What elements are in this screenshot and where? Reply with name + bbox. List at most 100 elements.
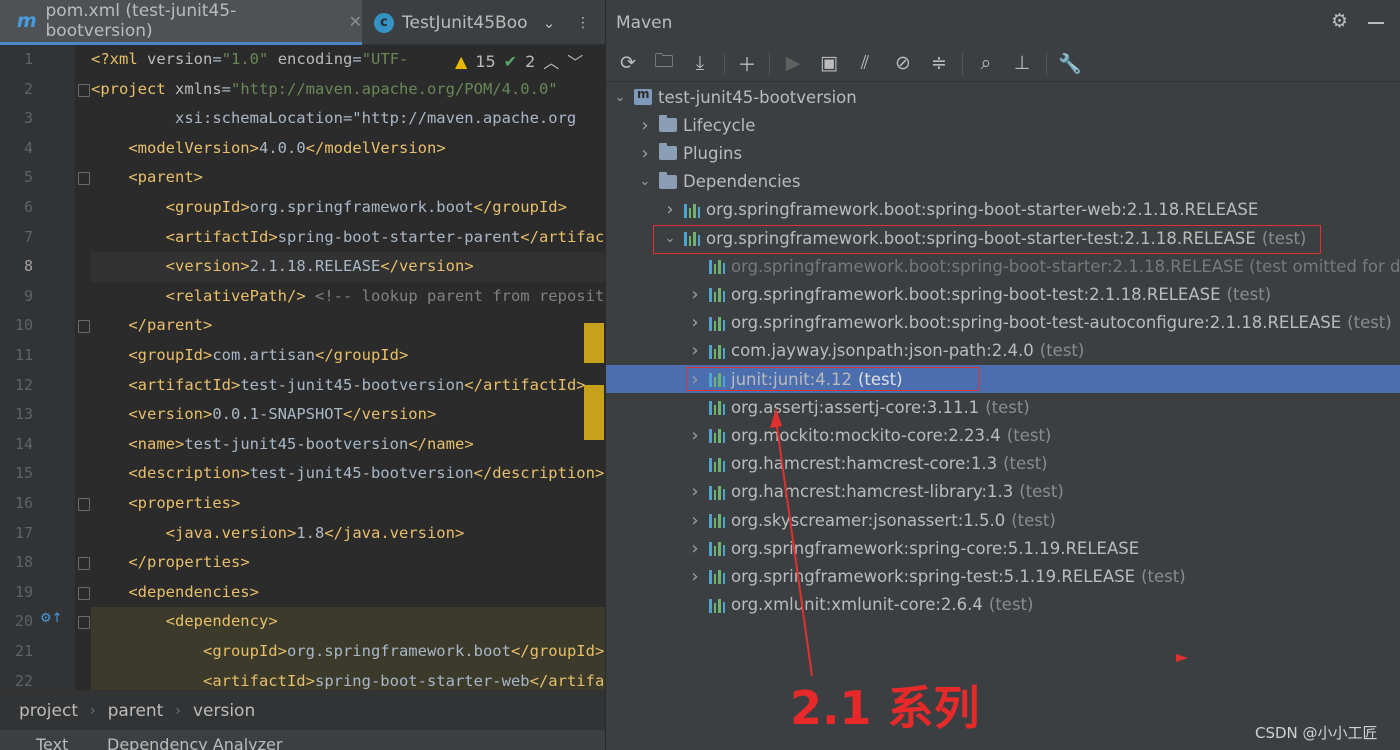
tree-node[interactable]: ›org.hamcrest:hamcrest-core:1.3(test) — [606, 450, 1400, 478]
tree-node[interactable]: › org.springframework.boot:spring-boot-te… — [606, 280, 1400, 308]
chevron-right-icon[interactable]: › — [662, 199, 678, 220]
inspection-widget[interactable]: ▲ 15 ✔ 2 ︿ ﹀ — [447, 46, 592, 76]
toggle-offline-icon[interactable]: ⫽ — [851, 50, 879, 76]
code-line[interactable]: <dependency> — [91, 607, 605, 637]
breadcrumb-separator: › — [175, 702, 181, 719]
code-line[interactable]: <version>0.0.1-SNAPSHOT</version> — [91, 400, 605, 430]
code-line[interactable]: <description>test-junit45-bootversion</d… — [91, 459, 605, 489]
chevron-right-icon[interactable]: › — [637, 143, 653, 164]
add-folder-icon[interactable]: 🗀 — [650, 50, 678, 76]
chevron-right-icon[interactable]: › — [637, 115, 653, 136]
code-line[interactable]: <modelVersion>4.0.0</modelVersion> — [91, 134, 605, 164]
chevron-right-icon[interactable]: › — [687, 340, 703, 361]
show-dependencies-icon[interactable]: ⊥ — [1008, 50, 1036, 76]
check-icon: ✔ — [503, 51, 518, 71]
code-line[interactable]: xsi:schemaLocation="http://maven.apache.… — [91, 104, 605, 134]
tree-node[interactable]: ›org.springframework.boot:spring-boot-st… — [606, 196, 1400, 224]
chevron-right-icon[interactable]: › — [687, 510, 703, 531]
tree-node[interactable]: › org.springframework:spring-test:5.1.19.… — [606, 562, 1400, 590]
chevron-down-icon[interactable]: ⌄ — [612, 90, 628, 105]
tree-node[interactable]: ⌄ test-junit45-bootversion — [606, 83, 1400, 111]
line-number: 10 — [14, 316, 33, 335]
tab-pom-xml[interactable]: m pom.xml (test-junit45-bootversion) ✕ — [0, 0, 362, 45]
tree-node[interactable]: ›org.assertj:assertj-core:3.11.1(test) — [606, 393, 1400, 421]
dependency-icon — [709, 568, 725, 585]
chevron-right-icon[interactable]: › — [687, 538, 703, 559]
fold-marker-icon[interactable] — [78, 586, 90, 600]
next-highlight-icon[interactable]: ﹀ — [567, 49, 583, 73]
maven-projects-tree[interactable]: ⌄test-junit45-bootversion›Lifecycle›Plug… — [606, 83, 1400, 750]
scrollbar-marker[interactable] — [584, 385, 604, 440]
chevron-right-icon[interactable]: › — [687, 312, 703, 333]
code-line[interactable]: <properties> — [91, 489, 605, 519]
line-number: 18 — [14, 553, 33, 572]
gear-icon[interactable]: ⚙ — [1331, 10, 1348, 32]
fold-marker-icon[interactable] — [78, 320, 90, 334]
tree-node[interactable]: › Lifecycle — [606, 111, 1400, 139]
code-line[interactable]: <version>2.1.18.RELEASE</version> — [91, 252, 605, 282]
more-options-icon[interactable]: ⋮ — [568, 0, 598, 45]
tab-overflow-chevron-icon[interactable]: ⌄ — [534, 0, 564, 45]
fold-marker-icon[interactable] — [78, 83, 90, 97]
tab-text[interactable]: Text — [36, 735, 68, 750]
fold-marker-icon[interactable] — [78, 172, 90, 186]
collapse-all-icon[interactable]: ≑ — [925, 50, 953, 76]
code-line[interactable]: <artifactId>spring-boot-starter-parent</… — [91, 223, 605, 253]
breadcrumb-item[interactable]: version — [193, 701, 255, 721]
chevron-right-icon[interactable]: › — [687, 566, 703, 587]
breadcrumb-separator: › — [90, 702, 96, 719]
editor-pane[interactable]: m pom.xml (test-junit45-bootversion) ✕ c… — [0, 0, 605, 750]
code-line[interactable]: </properties> — [91, 548, 605, 578]
run-icon[interactable]: ▶ — [779, 50, 807, 76]
execute-goal-icon[interactable]: ▣ — [815, 50, 843, 76]
tab-test-class[interactable]: c TestJunit45Boo — [364, 0, 534, 45]
breadcrumb-item[interactable]: parent — [108, 701, 164, 721]
skip-tests-icon[interactable]: ⊘ — [889, 50, 917, 76]
line-number: 21 — [14, 642, 33, 660]
code-line[interactable]: <groupId>org.springframework.boot</group… — [91, 637, 605, 667]
code-line[interactable]: <parent> — [91, 163, 605, 193]
minimize-icon[interactable] — [1368, 12, 1384, 32]
dependency-icon — [709, 456, 725, 472]
chevron-right-icon[interactable]: › — [687, 284, 703, 305]
download-icon[interactable]: ⤓ — [686, 50, 714, 76]
fold-marker-icon[interactable] — [78, 498, 90, 511]
prev-highlight-icon[interactable]: ︿ — [543, 49, 559, 73]
tree-node[interactable]: › org.skyscreamer:jsonassert:1.5.0 (test) — [606, 506, 1400, 534]
chevron-right-icon[interactable]: › — [687, 481, 703, 502]
overridden-method-icon[interactable]: ⚙↑ — [40, 611, 63, 626]
code-line[interactable]: <project xmlns="http://maven.apache.org/… — [91, 75, 605, 105]
tree-node[interactable]: ›org.xmlunit:xmlunit-core:2.6.4(test) — [606, 591, 1400, 619]
settings-wrench-icon[interactable]: 🔧 — [1056, 50, 1084, 76]
code-line[interactable]: <dependencies> — [91, 578, 605, 608]
analyze-dependencies-icon[interactable]: ⌕ — [972, 50, 1000, 76]
chevron-down-icon[interactable]: ⌄ — [637, 174, 653, 189]
code-line[interactable]: <groupId>org.springframework.boot</group… — [91, 193, 605, 223]
code-line[interactable]: <name>test-junit45-bootversion</name> — [91, 430, 605, 460]
code-line[interactable]: <java.version>1.8</java.version> — [91, 519, 605, 549]
code-line[interactable]: <groupId>com.artisan</groupId> — [91, 341, 605, 371]
chevron-right-icon[interactable]: › — [687, 425, 703, 446]
breadcrumb-item[interactable]: project — [19, 701, 78, 721]
scrollbar-marker[interactable] — [584, 323, 604, 363]
tree-node[interactable]: ›org.springframework.boot:spring-boot-st… — [606, 252, 1400, 280]
tree-node[interactable]: › Plugins — [606, 139, 1400, 167]
close-tab-icon[interactable]: ✕ — [349, 12, 362, 31]
code-line[interactable]: <artifactId>test-junit45-bootversion</ar… — [91, 371, 605, 401]
tree-node[interactable]: › org.springframework:spring-core:5.1.19.… — [606, 534, 1400, 562]
reload-icon[interactable]: ⟳ — [614, 50, 642, 76]
code-line[interactable]: </parent> — [91, 311, 605, 341]
tree-node[interactable]: › org.hamcrest:hamcrest-library:1.3 (test) — [606, 478, 1400, 506]
tree-node[interactable]: ⌄ Dependencies — [606, 168, 1400, 196]
tree-node[interactable]: › org.mockito:mockito-core:2.23.4 (test) — [606, 421, 1400, 449]
fold-marker-icon[interactable] — [78, 557, 90, 571]
tab-dependency-analyzer[interactable]: Dependency Analyzer — [107, 735, 282, 750]
tree-node[interactable]: › org.springframework.boot:spring-boot-te… — [606, 309, 1400, 337]
fold-marker-icon[interactable] — [78, 616, 90, 630]
tree-node[interactable]: › com.jayway.jsonpath:json-path:2.4.0 (tes… — [606, 337, 1400, 365]
folder-icon — [659, 115, 677, 133]
plus-icon[interactable]: ＋ — [733, 50, 761, 76]
dependency-icon — [709, 484, 725, 500]
code-line[interactable]: <relativePath/> <!-- lookup parent from … — [91, 282, 605, 312]
tree-node-label: org.mockito:mockito-core:2.23.4 — [731, 425, 1001, 445]
